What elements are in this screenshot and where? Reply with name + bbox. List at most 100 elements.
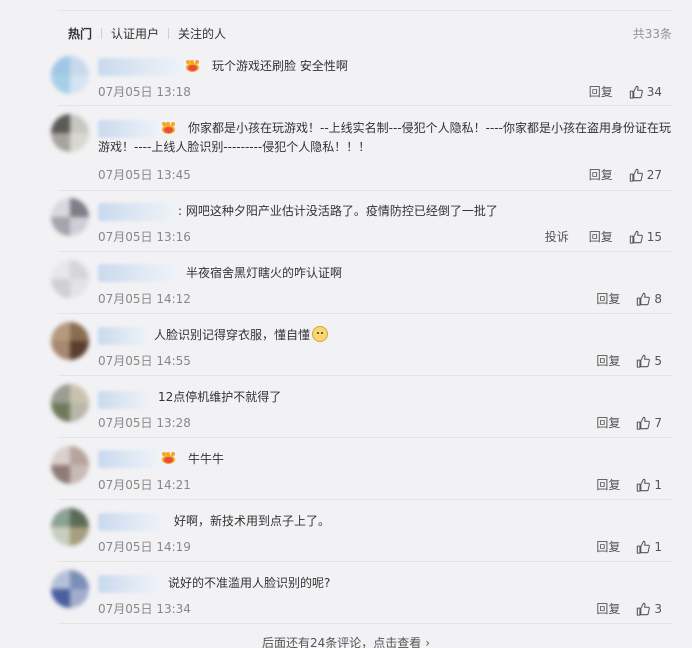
reply-button[interactable]: 回复 — [589, 83, 613, 100]
like-button[interactable]: 8 — [636, 292, 662, 306]
avatar[interactable] — [51, 446, 89, 484]
username[interactable] — [98, 450, 158, 468]
thumbs-up-icon — [629, 85, 643, 99]
reply-button[interactable]: 回复 — [596, 414, 620, 431]
comment-text: 说好的不准滥用人脸识别的呢? — [168, 576, 331, 590]
comment-time: 07月05日 13:18 — [98, 85, 191, 99]
like-button[interactable]: 1 — [636, 478, 662, 492]
username[interactable] — [98, 203, 174, 221]
comment-text: 12点停机维护不就得了 — [158, 390, 282, 404]
top-divider — [58, 10, 672, 11]
comment-divider — [58, 437, 672, 438]
like-button[interactable]: 27 — [629, 168, 662, 182]
like-count: 34 — [646, 84, 662, 99]
like-count: 5 — [654, 353, 662, 368]
reply-button[interactable]: 回复 — [596, 290, 620, 307]
comment-divider — [58, 623, 672, 624]
reply-button[interactable]: 回复 — [596, 352, 620, 369]
comment-actions: 回复 27 — [569, 166, 662, 183]
avatar[interactable] — [51, 114, 89, 152]
thumbs-up-icon — [629, 230, 643, 244]
avatar[interactable] — [51, 56, 89, 94]
username[interactable] — [98, 327, 148, 345]
like-button[interactable]: 5 — [636, 354, 662, 368]
comment-actions: 回复 7 — [576, 414, 662, 431]
crown-icon — [185, 59, 200, 74]
comment-time: 07月05日 14:19 — [98, 540, 191, 554]
comment-time: 07月05日 13:28 — [98, 416, 191, 430]
like-button[interactable]: 34 — [629, 85, 662, 99]
comment-divider — [58, 251, 672, 252]
comment-time: 07月05日 14:12 — [98, 292, 191, 306]
reply-button[interactable]: 回复 — [596, 476, 620, 493]
reply-button[interactable]: 回复 — [596, 600, 620, 617]
avatar[interactable] — [51, 384, 89, 422]
like-count: 15 — [646, 229, 662, 244]
like-button[interactable]: 15 — [629, 230, 662, 244]
comment-time: 07月05日 14:21 — [98, 478, 191, 492]
comment-actions: 回复 3 — [576, 600, 662, 617]
comment-actions: 回复 1 — [576, 476, 662, 493]
like-count: 1 — [654, 477, 662, 492]
comment-text: 玩个游戏还刷脸 安全性啊 — [212, 59, 348, 73]
load-more-label: 后面还有24条评论，点击查看 — [261, 636, 422, 648]
thumbs-up-icon — [637, 478, 651, 492]
avatar[interactable] — [51, 322, 89, 360]
chevron-right-icon: › — [425, 636, 431, 648]
reply-button[interactable]: 回复 — [589, 228, 613, 245]
comment-divider — [58, 561, 672, 562]
avatar[interactable] — [51, 260, 89, 298]
username[interactable] — [98, 575, 160, 593]
comment-actions: 回复 1 — [576, 538, 662, 555]
tab-following[interactable]: 关注的人 — [178, 25, 226, 42]
comment-divider — [58, 375, 672, 376]
like-button[interactable]: 7 — [636, 416, 662, 430]
thumbs-up-icon — [637, 292, 651, 306]
comment-time: 07月05日 14:55 — [98, 354, 191, 368]
report-button[interactable]: 投诉 — [545, 228, 569, 245]
comment-text: 半夜宿舍黑灯瞎火的咋认证啊 — [186, 266, 343, 280]
thumbs-up-icon — [637, 416, 651, 430]
like-count: 8 — [654, 291, 662, 306]
username[interactable] — [98, 264, 174, 282]
username[interactable] — [98, 391, 150, 409]
comment-divider — [58, 313, 672, 314]
avatar[interactable] — [51, 508, 89, 546]
load-more-comments-link[interactable]: 后面还有24条评论，点击查看 › — [0, 634, 692, 648]
thumbs-up-icon — [637, 602, 651, 616]
tab-verified-users[interactable]: 认证用户 — [111, 25, 159, 42]
comment-text: 你家都是小孩在玩游戏！--上线实名制---侵犯个人隐私！----你家都是小孩在盗… — [98, 121, 671, 154]
comment-text: 好啊，新技术用到点子上了。 — [174, 514, 331, 528]
like-count: 1 — [654, 539, 662, 554]
like-count: 7 — [654, 415, 662, 430]
like-count: 27 — [646, 167, 662, 182]
thumbs-up-icon — [637, 354, 651, 368]
comment-actions: 回复 34 — [569, 83, 662, 100]
comment-time: 07月05日 13:16 — [98, 230, 191, 244]
comment-text: 牛牛牛 — [188, 452, 225, 466]
reply-button[interactable]: 回复 — [589, 166, 613, 183]
reply-button[interactable]: 回复 — [596, 538, 620, 555]
avatar[interactable] — [51, 198, 89, 236]
like-button[interactable]: 3 — [636, 602, 662, 616]
comment-divider — [58, 499, 672, 500]
comment-time: 07月05日 13:45 — [98, 168, 191, 182]
comment-divider — [58, 190, 672, 191]
tab-separator — [168, 27, 170, 39]
like-button[interactable]: 1 — [636, 540, 662, 554]
comment-actions: 回复 5 — [576, 352, 662, 369]
like-count: 3 — [654, 601, 662, 616]
comment-divider — [58, 105, 672, 106]
thumbs-up-icon — [629, 168, 643, 182]
comment-actions: 投诉 回复 15 — [525, 228, 662, 245]
username[interactable] — [98, 513, 162, 531]
tab-hot[interactable]: 热门 — [68, 25, 92, 42]
crown-icon — [161, 451, 176, 466]
comment-tabs: 热门 认证用户 关注的人 — [68, 24, 226, 42]
comment-text: 人脸识别记得穿衣服，懂自懂 — [154, 326, 329, 345]
comment-total-count: 共33条 — [632, 27, 672, 41]
doge-emoji-icon — [312, 326, 329, 342]
comment-time: 07月05日 13:34 — [98, 602, 191, 616]
avatar[interactable] — [51, 570, 89, 608]
username[interactable] — [98, 58, 182, 76]
